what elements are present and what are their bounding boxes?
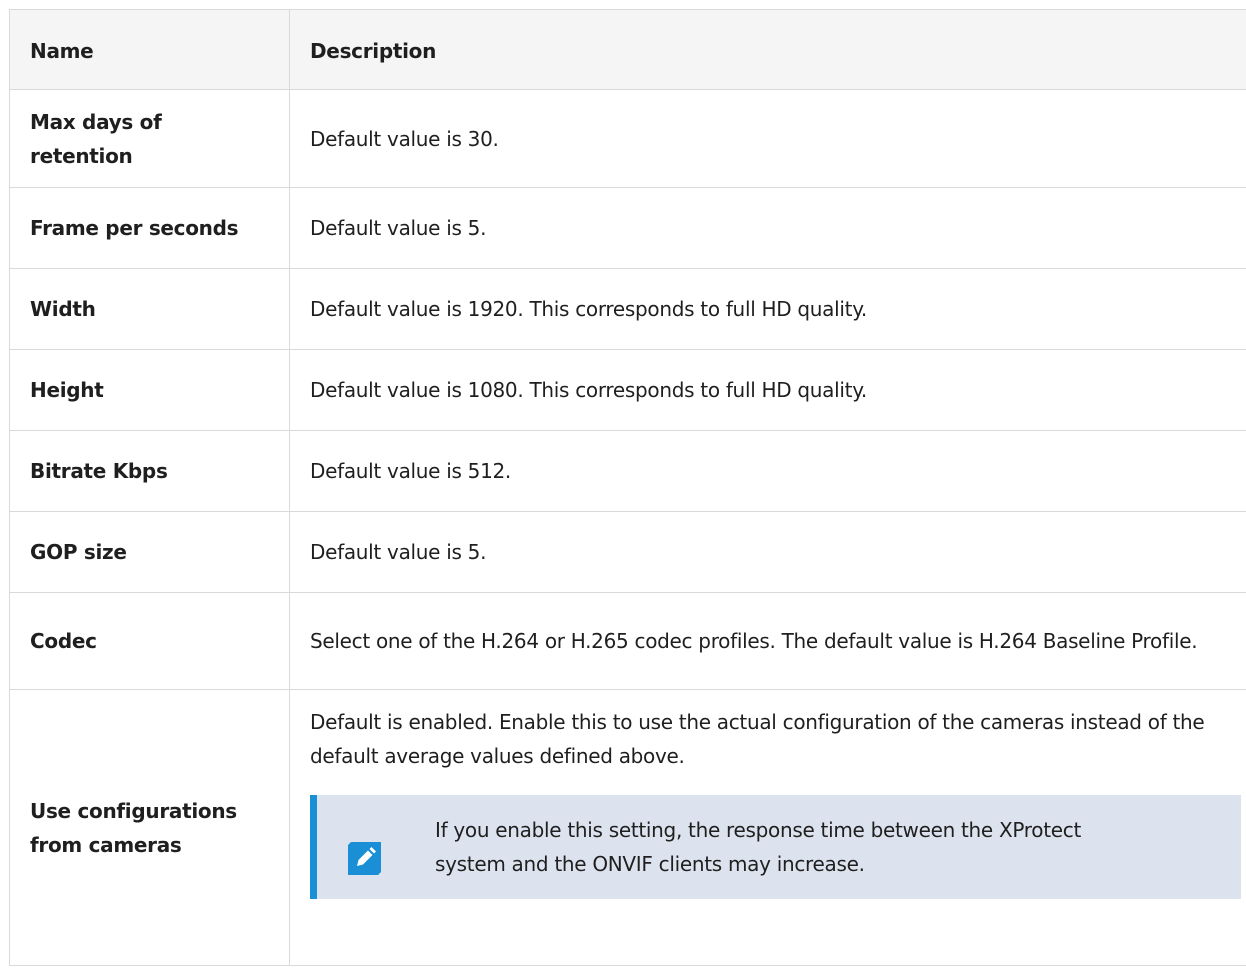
table-row: Use configurations from cameras Default … xyxy=(9,689,1246,966)
page: { "table": { "header": { "name": "Name",… xyxy=(0,0,1246,972)
table-row: Max days of retention Default value is 3… xyxy=(9,89,1246,188)
setting-description: Default value is 512. xyxy=(289,430,1246,512)
settings-table: Name Description Max days of retention D… xyxy=(9,9,1246,966)
note-text: If you enable this setting, the response… xyxy=(435,818,1082,876)
setting-name: GOP size xyxy=(9,511,290,593)
setting-description: Default value is 30. xyxy=(289,89,1246,188)
setting-description-cell: Default is enabled. Enable this to use t… xyxy=(289,689,1246,966)
setting-description: Default value is 5. xyxy=(289,511,1246,593)
setting-name: Frame per seconds xyxy=(9,187,290,269)
table-row: Height Default value is 1080. This corre… xyxy=(9,349,1246,431)
setting-description: Default value is 1080. This corresponds … xyxy=(289,349,1246,431)
setting-name: Width xyxy=(9,268,290,350)
setting-description: Select one of the H.264 or H.265 codec p… xyxy=(289,592,1246,690)
table-row: GOP size Default value is 5. xyxy=(9,511,1246,593)
setting-description: Default value is 5. xyxy=(289,187,1246,269)
setting-name: Use configurations from cameras xyxy=(9,689,290,966)
column-header-name: Name xyxy=(9,9,290,90)
table-row: Width Default value is 1920. This corres… xyxy=(9,268,1246,350)
column-header-description: Description xyxy=(289,9,1246,90)
table-row: Frame per seconds Default value is 5. xyxy=(9,187,1246,269)
setting-name: Height xyxy=(9,349,290,431)
setting-name: Max days of retention xyxy=(9,89,290,188)
setting-name: Codec xyxy=(9,592,290,690)
setting-name: Bitrate Kbps xyxy=(9,430,290,512)
table-row: Codec Select one of the H.264 or H.265 c… xyxy=(9,592,1246,690)
note-box: If you enable this setting, the response… xyxy=(310,795,1241,899)
setting-description: Default value is 1920. This corresponds … xyxy=(289,268,1246,350)
table-row: Bitrate Kbps Default value is 512. xyxy=(9,430,1246,512)
pencil-icon xyxy=(348,842,381,875)
setting-description: Default is enabled. Enable this to use t… xyxy=(310,710,1205,768)
table-header-row: Name Description xyxy=(9,9,1246,90)
